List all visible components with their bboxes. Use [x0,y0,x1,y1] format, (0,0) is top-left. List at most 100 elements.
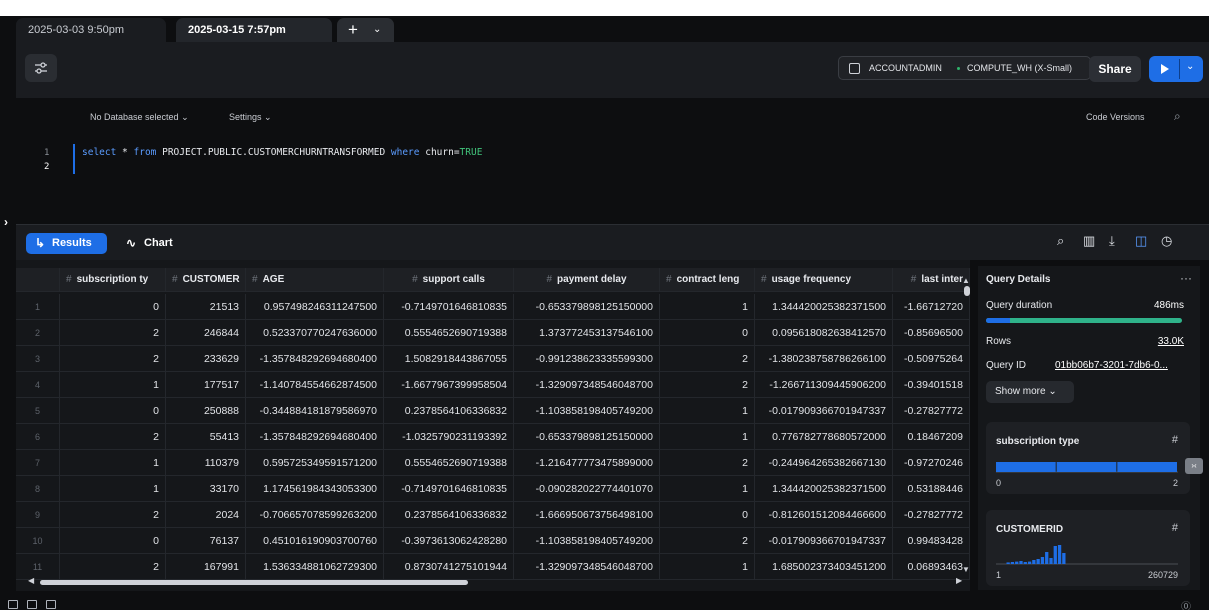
table-cell[interactable]: 1.5082918443867055 [384,346,514,372]
results-grid[interactable]: # subscription ty # CUSTOMER # AGE # support… [16,260,970,591]
table-cell[interactable]: -0.27827772 [893,502,970,528]
table-row[interactable]: 1 0 21513 0.957498246311247500 -0.7149701646… [16,294,970,320]
table-cell[interactable]: 55413 [166,424,246,450]
table-cell[interactable]: 0.18467209 [893,424,970,450]
table-cell[interactable]: 233629 [166,346,246,372]
table-cell[interactable]: 2 [60,424,166,450]
table-cell[interactable]: -1.266711309445906200 [755,372,893,398]
table-cell[interactable]: 0.957498246311247500 [246,294,384,320]
column-header[interactable]: # usage frequency [755,268,893,292]
split-view-icon[interactable]: ◫ [1135,233,1147,249]
table-cell[interactable]: -0.50975264 [893,346,970,372]
table-cell[interactable]: 2 [60,554,166,580]
table-cell[interactable]: -1.66712720 [893,294,970,320]
table-cell[interactable]: 177517 [166,372,246,398]
table-cell[interactable]: 2 [660,372,755,398]
table-cell[interactable]: 0.595725349591571200 [246,450,384,476]
code-versions-button[interactable]: Code Versions [1086,112,1145,122]
worksheet-tab-1[interactable]: 2025-03-03 9:50pm [16,18,166,42]
table-cell[interactable]: 1 [60,372,166,398]
vertical-scrollbar[interactable] [964,286,970,296]
table-cell[interactable]: 2 [660,450,755,476]
query-id-link[interactable]: 01bb06b7-3201-7db6-0... [1055,360,1175,371]
table-cell[interactable]: 1.174561984343053300 [246,476,384,502]
table-cell[interactable]: 0 [660,502,755,528]
table-cell[interactable]: 1 [660,554,755,580]
column-stats-card[interactable]: subscription type # 0 2 [986,422,1190,494]
table-cell[interactable]: -0.97270246 [893,450,970,476]
table-cell[interactable]: -1.357848292694680400 [246,424,384,450]
table-cell[interactable]: 1.344420025382371500 [755,476,893,502]
show-more-button[interactable]: Show more ⌄ [986,381,1074,403]
table-cell[interactable]: -0.244964265382667130 [755,450,893,476]
table-cell[interactable]: 1.685002373403451200 [755,554,893,580]
scroll-right-arrow[interactable]: ▶ [956,576,962,585]
help-icon[interactable]: ⓪ [1181,598,1191,610]
panel-right-icon[interactable] [46,600,56,609]
results-tab[interactable]: ↳ Results [26,233,107,254]
table-cell[interactable]: -1.103858198405749200 [514,528,660,554]
table-cell[interactable]: 2 [60,320,166,346]
table-cell[interactable]: 1 [660,294,755,320]
table-cell[interactable]: -0.344884181879586970 [246,398,384,424]
table-cell[interactable]: 0 [660,320,755,346]
resize-handle-icon[interactable]: ›‹ [1185,458,1203,474]
table-cell[interactable]: -0.39401518 [893,372,970,398]
chevron-down-icon[interactable]: ⌄ [373,18,381,42]
column-stats-card[interactable]: CUSTOMERID # 1 260729 [986,510,1190,586]
table-cell[interactable]: -0.653379898125150000 [514,424,660,450]
table-cell[interactable]: -0.812601512084466600 [755,502,893,528]
columns-icon[interactable]: ▥ [1083,233,1095,249]
table-cell[interactable]: -1.329097348546048700 [514,372,660,398]
table-row[interactable]: 4 1 177517 -1.140784554662874500 -1.66779673… [16,372,970,398]
chart-tab[interactable]: ∿ Chart [126,233,173,254]
table-cell[interactable]: 1 [60,450,166,476]
table-cell[interactable]: 167991 [166,554,246,580]
table-row[interactable]: 5 0 250888 -0.344884181879586970 0.237856410… [16,398,970,424]
more-options-icon[interactable]: ··· [1180,271,1192,285]
table-cell[interactable]: -0.3973613062428280 [384,528,514,554]
table-cell[interactable]: 1 [660,476,755,502]
column-header[interactable]: # last inter [893,268,970,292]
table-cell[interactable]: -1.329097348546048700 [514,554,660,580]
table-row[interactable]: 6 2 55413 -1.357848292694680400 -1.032579023… [16,424,970,450]
panel-left-icon[interactable] [8,600,18,609]
table-cell[interactable]: -1.140784554662874500 [246,372,384,398]
table-cell[interactable]: -0.017909366701947337 [755,398,893,424]
table-cell[interactable]: 0.2378564106336832 [384,502,514,528]
settings-menu[interactable]: Settings ⌄ [229,112,272,123]
table-cell[interactable]: 2024 [166,502,246,528]
sql-editor[interactable]: No Database selected ⌄ Settings ⌄ Code V… [16,98,1209,224]
table-cell[interactable]: 76137 [166,528,246,554]
worksheet-tab-2[interactable]: 2025-03-15 7:57pm [176,18,332,42]
play-icon[interactable] [1161,64,1169,74]
table-cell[interactable]: 250888 [166,398,246,424]
column-header[interactable]: # contract leng [660,268,755,292]
table-cell[interactable]: 0.2378564106336832 [384,398,514,424]
table-cell[interactable]: -1.380238758786266100 [755,346,893,372]
panel-bottom-icon[interactable] [27,600,37,609]
table-row[interactable]: 3 2 233629 -1.357848292694680400 1.508291844… [16,346,970,372]
table-cell[interactable]: 0.451016190903700760 [246,528,384,554]
database-selector[interactable]: No Database selected ⌄ [90,112,189,122]
table-cell[interactable]: 246844 [166,320,246,346]
table-cell[interactable]: 0 [60,398,166,424]
table-row[interactable]: 8 1 33170 1.174561984343053300 -0.7149701646… [16,476,970,502]
table-cell[interactable]: -0.7149701646810835 [384,294,514,320]
add-tab-button[interactable]: + ⌄ [337,18,394,42]
column-header[interactable]: # subscription ty [60,268,166,292]
filter-settings-button[interactable] [25,54,57,82]
table-cell[interactable]: 2 [660,528,755,554]
table-row[interactable]: 9 2 2024 -0.706657078599263200 0.23785641063… [16,502,970,528]
table-cell[interactable]: 0.99483428 [893,528,970,554]
table-cell[interactable]: -1.6677967399958504 [384,372,514,398]
search-icon[interactable]: ⌕ [1174,109,1181,124]
download-icon[interactable]: ⤓ [1109,233,1115,249]
scroll-left-arrow[interactable]: ◀ [28,576,34,585]
table-cell[interactable]: -0.85696500 [893,320,970,346]
table-cell[interactable]: 1 [660,398,755,424]
table-cell[interactable]: -1.103858198405749200 [514,398,660,424]
column-header[interactable]: # AGE [246,268,384,292]
column-header[interactable]: # payment delay [514,268,660,292]
table-cell[interactable]: -0.991238623335599300 [514,346,660,372]
